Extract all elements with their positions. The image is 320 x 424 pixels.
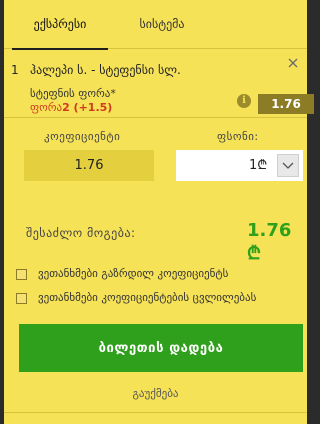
option-accept-odds-change[interactable]: ვეთანხმები კოეფიციენტების ცვლილებას xyxy=(16,291,306,311)
bottom-divider xyxy=(4,412,307,413)
bet-item: 1 ჰალეპი ს. - სტეფენსი სლ. სტეფნის ფორა*… xyxy=(4,49,314,119)
stake-input[interactable]: 1₾ xyxy=(176,150,303,181)
place-bet-button[interactable]: ბილეთის დადება xyxy=(19,324,303,372)
tab-express[interactable]: ექსპრესი xyxy=(12,0,108,50)
cancel-link[interactable]: გაუქმება xyxy=(4,387,307,400)
divider xyxy=(4,117,307,118)
stake-dropdown[interactable] xyxy=(277,154,299,177)
betslip-tabs: ექსპრესი სისტემა xyxy=(4,0,307,50)
bet-handicap-value: 2 (+1.5) xyxy=(62,101,113,114)
option-accept-increased-odds[interactable]: ვეთანხმები გაზრდილ კოეფიციენტს xyxy=(16,267,306,287)
tab-system[interactable]: სისტემა xyxy=(132,0,192,48)
bet-handicap-label: ფორა xyxy=(30,101,63,114)
option-label: ვეთანხმები კოეფიციენტების ცვლილებას xyxy=(38,291,257,304)
possible-win-label: შესაძლო მოგება: xyxy=(26,226,136,240)
checkbox[interactable] xyxy=(16,269,27,280)
bet-handicap: ფორა2 (+1.5) xyxy=(30,101,112,114)
possible-win-value: 1.76 ₾ xyxy=(247,220,292,264)
bet-index: 1 xyxy=(11,63,19,77)
bet-market: სტეფნის ფორა* xyxy=(30,87,116,100)
checkbox[interactable] xyxy=(16,293,27,304)
chevron-down-icon xyxy=(282,162,294,169)
option-label: ვეთანხმები გაზრდილ კოეფიციენტს xyxy=(38,267,229,280)
coefficient-label: კოეფიციენტი xyxy=(44,130,121,143)
coefficient-value: 1.76 xyxy=(24,150,154,181)
close-icon[interactable] xyxy=(285,55,301,71)
odds-badge: 1.76 xyxy=(258,94,314,114)
stake-label: ფსონი: xyxy=(217,130,259,143)
betslip-panel: ექსპრესი სისტემა 1 ჰალეპი ს. - სტეფენსი … xyxy=(0,0,314,424)
stake-value: 1₾ xyxy=(249,158,268,173)
bet-title: ჰალეპი ს. - სტეფენსი სლ. xyxy=(30,63,181,77)
info-icon[interactable]: ℹ xyxy=(237,94,251,108)
